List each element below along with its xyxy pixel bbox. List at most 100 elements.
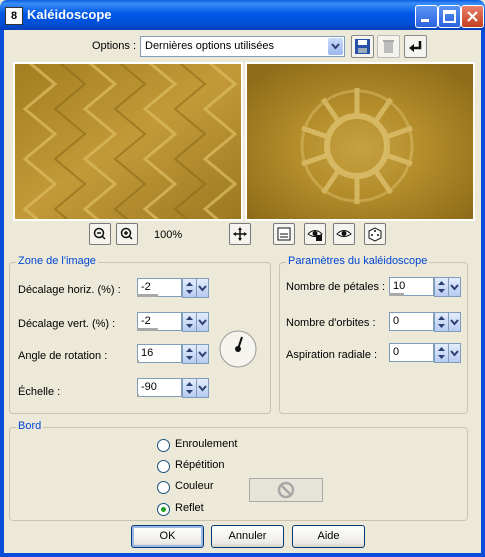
move-icon <box>233 227 247 241</box>
orbit-count-value: 0 <box>393 315 400 327</box>
pan-button[interactable] <box>229 223 251 245</box>
chevron-down-icon[interactable] <box>328 38 343 55</box>
zoom-out-icon <box>93 227 106 240</box>
radio-reflect[interactable]: Reflet <box>157 502 247 516</box>
scale-bar[interactable] <box>137 394 139 397</box>
radial-suction-dropdown[interactable] <box>448 343 461 363</box>
proof-preview-button[interactable] <box>273 223 295 245</box>
radio-circle-wrap[interactable] <box>157 439 170 452</box>
radial-suction-label: Aspiration radiale : <box>286 349 378 361</box>
ok-button[interactable]: OK <box>131 525 204 548</box>
preview-window-icon <box>277 227 291 241</box>
trash-icon <box>383 40 394 53</box>
vertical-offset-dropdown[interactable] <box>196 312 209 332</box>
radio-circle-repeat[interactable] <box>157 460 170 473</box>
edge-color-swatch[interactable] <box>249 478 323 502</box>
save-preset-button[interactable] <box>351 35 374 58</box>
result-preview[interactable] <box>245 62 475 221</box>
horizontal-offset-stepper[interactable] <box>182 278 197 298</box>
help-button[interactable]: Aide <box>292 525 365 548</box>
petal-count-stepper[interactable] <box>434 277 449 297</box>
petal-count-dropdown[interactable] <box>448 277 461 297</box>
rotation-angle-dropdown[interactable] <box>196 344 209 364</box>
radio-wrap[interactable]: Enroulement <box>157 438 247 452</box>
randomize-button[interactable] <box>364 223 386 245</box>
close-button[interactable] <box>461 5 484 28</box>
radio-label-repeat: Répétition <box>175 459 225 471</box>
scale-value: -90 <box>141 381 157 393</box>
radio-label-wrap: Enroulement <box>175 438 238 450</box>
rotation-angle-value: 16 <box>141 347 154 359</box>
dice-icon <box>368 227 382 242</box>
orbit-count-input[interactable]: 0 <box>389 312 434 331</box>
maximize-button[interactable] <box>438 5 461 28</box>
vertical-offset-stepper[interactable] <box>182 312 197 332</box>
scale-spinner[interactable]: -90 <box>137 378 209 399</box>
orbit-count-spinner[interactable]: 0 <box>389 312 461 333</box>
horizontal-offset-spinner[interactable]: -2 <box>137 278 209 299</box>
scale-dropdown[interactable] <box>196 378 209 398</box>
rotation-dial[interactable] <box>218 329 258 369</box>
window-frame-right <box>481 30 485 557</box>
horizontal-offset-bar[interactable] <box>137 294 158 297</box>
zoom-in-button[interactable] <box>116 223 138 245</box>
radial-suction-input[interactable]: 0 <box>389 343 434 362</box>
kaleidoscope-params-title: Paramètres du kaléidoscope <box>286 255 430 267</box>
zoom-out-button[interactable] <box>89 223 111 245</box>
reset-arrow-icon <box>409 41 422 52</box>
scale-input[interactable]: -90 <box>137 378 182 397</box>
delete-preset-button[interactable] <box>377 35 400 58</box>
radial-suction-spinner[interactable]: 0 <box>389 343 461 364</box>
original-preview[interactable] <box>13 62 243 221</box>
title-bar[interactable]: 8 Kaléidoscope <box>0 0 485 30</box>
scale-label: Échelle : <box>18 386 61 398</box>
rotation-angle-stepper[interactable] <box>182 344 197 364</box>
zoom-in-icon <box>120 227 133 240</box>
reset-button[interactable] <box>404 35 427 58</box>
preview-on-image-button[interactable] <box>333 223 355 245</box>
radio-circle-color[interactable] <box>157 481 170 494</box>
radio-circle-reflect[interactable] <box>157 503 170 516</box>
disabled-icon <box>277 481 295 499</box>
petal-count-value: 10 <box>393 280 406 292</box>
orbit-count-stepper[interactable] <box>434 312 449 332</box>
radio-repeat[interactable]: Répétition <box>157 459 247 473</box>
cancel-button[interactable]: Annuler <box>211 525 284 548</box>
vertical-offset-bar[interactable] <box>137 328 158 331</box>
orbit-count-dropdown[interactable] <box>448 312 461 332</box>
vertical-offset-label: Décalage vert. (%) : <box>18 318 116 330</box>
petal-count-bar[interactable] <box>389 293 404 296</box>
minimize-icon <box>421 19 429 22</box>
petal-count-label: Nombre de pétales : <box>286 281 386 293</box>
window-frame-bottom <box>0 553 485 557</box>
radio-dot <box>161 507 166 512</box>
options-label: Options : <box>92 40 137 52</box>
minimize-button[interactable] <box>415 5 438 28</box>
radio-color[interactable]: Couleur <box>157 480 247 494</box>
app-icon: 8 <box>5 7 23 25</box>
rotation-angle-input[interactable]: 16 <box>137 344 182 363</box>
radio-label-color: Couleur <box>175 480 214 492</box>
close-icon <box>467 11 478 22</box>
horizontal-offset-value: -2 <box>141 281 151 293</box>
zigzag-pattern-image <box>15 64 241 219</box>
maximize-icon <box>443 10 456 23</box>
eye-icon <box>336 230 352 237</box>
horizontal-offset-label: Décalage horiz. (%) : <box>18 284 121 296</box>
edge-mode-title: Bord <box>16 420 44 432</box>
radial-suction-stepper[interactable] <box>434 343 449 363</box>
vertical-offset-value: -2 <box>141 315 151 327</box>
scale-stepper[interactable] <box>182 378 197 398</box>
petal-count-spinner[interactable]: 10 <box>389 277 461 298</box>
rotation-angle-spinner[interactable]: 16 <box>137 344 209 365</box>
eye-lock-icon <box>307 230 323 241</box>
orbit-count-label: Nombre d'orbites : <box>286 317 376 329</box>
options-dropdown[interactable]: Dernières options utilisées <box>140 36 345 57</box>
auto-proof-button[interactable] <box>304 223 326 245</box>
horizontal-offset-dropdown[interactable] <box>196 278 209 298</box>
rotation-angle-label: Angle de rotation : <box>18 350 108 362</box>
radio-label-reflect: Reflet <box>175 502 204 514</box>
rotation-angle-bar[interactable] <box>137 360 139 363</box>
vertical-offset-spinner[interactable]: -2 <box>137 312 209 333</box>
window-title: Kaléidoscope <box>27 7 112 22</box>
